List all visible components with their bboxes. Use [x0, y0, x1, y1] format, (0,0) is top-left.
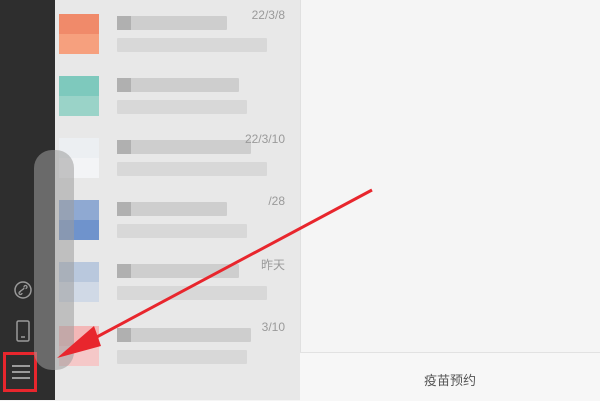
chat-name-redacted	[117, 202, 227, 216]
avatar	[59, 76, 99, 116]
chat-list-item[interactable]: /28	[55, 188, 300, 250]
chat-time: /28	[268, 194, 285, 208]
phone-icon[interactable]	[12, 320, 34, 342]
chat-name-redacted	[117, 140, 251, 154]
avatar-block	[59, 76, 99, 96]
chat-name-redacted	[117, 78, 239, 92]
chat-preview-redacted	[117, 162, 267, 176]
chat-list: 22/3/8 22/3/10/28 昨天 3/10	[55, 0, 300, 400]
menu-button-highlight[interactable]	[3, 352, 37, 392]
chat-list-item[interactable]: 昨天	[55, 250, 300, 312]
chat-preview-redacted	[117, 224, 247, 238]
chat-preview-redacted	[117, 100, 247, 114]
chat-name-redacted	[117, 328, 251, 342]
chat-list-item[interactable]	[55, 64, 300, 126]
redaction-block	[117, 78, 131, 92]
chat-name-redacted	[117, 264, 239, 278]
chat-name-redacted	[117, 16, 227, 30]
avatar-block	[59, 14, 99, 34]
chat-time: 昨天	[260, 258, 285, 272]
redaction-block	[117, 202, 131, 216]
blurred-overlay	[34, 150, 74, 370]
redaction-block	[117, 16, 131, 30]
redaction-block	[117, 264, 131, 278]
redaction-block	[117, 140, 131, 154]
chat-list-item[interactable]: 22/3/10	[55, 126, 300, 188]
chat-preview-redacted	[117, 38, 267, 52]
chat-preview-redacted	[117, 350, 247, 364]
avatar-block	[59, 96, 99, 116]
avatar	[59, 14, 99, 54]
chat-preview-redacted	[117, 286, 267, 300]
chat-time: 22/3/8	[251, 8, 285, 22]
chat-time: 22/3/10	[244, 132, 285, 146]
chat-time: 3/10	[261, 320, 285, 334]
chat-list-item[interactable]: 22/3/8	[55, 2, 300, 64]
chat-list-item[interactable]: 3/10	[55, 314, 300, 376]
avatar-block	[59, 34, 99, 54]
bottom-bar-label[interactable]: 疫苗预约	[300, 370, 600, 389]
redaction-block	[117, 328, 131, 342]
pane-divider	[300, 0, 301, 400]
mini-program-icon[interactable]	[12, 279, 34, 301]
bottom-bar[interactable]: 疫苗预约	[300, 352, 600, 401]
menu-icon[interactable]	[10, 361, 32, 383]
conversation-pane	[300, 0, 600, 400]
